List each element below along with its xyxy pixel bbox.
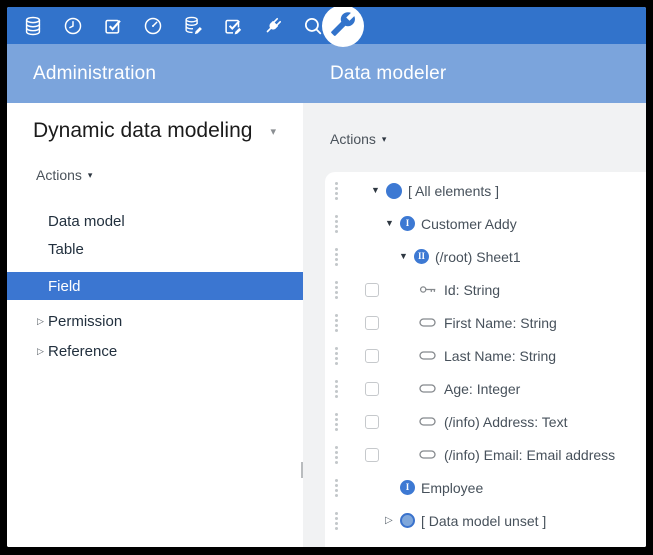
tree: ▼ [ All elements ] ▼ I Customer Addy ▼ I… [325, 172, 646, 547]
expander-icon[interactable]: ▼ [399, 252, 412, 261]
tree-row-label: Employee [421, 480, 483, 496]
drag-handle-icon[interactable] [335, 215, 338, 233]
row-checkbox[interactable] [365, 283, 379, 297]
tree-row-label: First Name: String [444, 315, 557, 331]
row-checkbox[interactable] [365, 382, 379, 396]
database-edit-icon[interactable] [181, 14, 205, 38]
drag-handle-icon[interactable] [335, 281, 338, 299]
sidebar-item-label: Permission [48, 313, 122, 330]
field-icon [419, 349, 438, 362]
app-window: Administration Data modeler Dynamic data… [7, 7, 646, 547]
plug-icon[interactable] [261, 14, 285, 38]
left-actions-label: Actions [36, 167, 82, 183]
tree-row[interactable]: Id: String [325, 273, 646, 306]
drag-handle-icon[interactable] [335, 446, 338, 464]
field-icon [419, 415, 438, 428]
tree-row-label: [ Data model unset ] [421, 513, 546, 529]
tree-row[interactable]: I Employee [325, 471, 646, 504]
field-icon [419, 448, 438, 461]
drag-handle-icon[interactable] [335, 380, 338, 398]
drag-handle-icon[interactable] [335, 413, 338, 431]
panel-headers: Administration Data modeler [7, 44, 646, 103]
expander-icon[interactable]: ▼ [371, 186, 384, 195]
sidebar-item-label: Field [48, 278, 81, 295]
tree-row-label: [ All elements ] [408, 183, 499, 199]
row-checkbox[interactable] [365, 448, 379, 462]
right-actions-dropdown[interactable]: Actions ▾ [330, 131, 386, 147]
wrench-icon [330, 11, 356, 42]
row-checkbox[interactable] [365, 415, 379, 429]
roman-2-icon: II [414, 249, 429, 264]
caret-right-icon: ▷ [37, 316, 48, 327]
drag-handle-icon[interactable] [335, 314, 338, 332]
title-caret-icon[interactable]: ▾ [270, 125, 276, 138]
tree-row[interactable]: ▼ II (/root) Sheet1 [325, 240, 646, 273]
tasks-edit-icon[interactable] [221, 14, 245, 38]
expander-icon[interactable]: ▷ [385, 516, 398, 526]
data-modeler-header-label: Data modeler [330, 63, 446, 85]
clock-icon[interactable] [61, 14, 85, 38]
tree-row[interactable]: ▼ [ All elements ] [325, 174, 646, 207]
tasks-icon[interactable] [101, 14, 125, 38]
sidebar-item-reference[interactable]: ▷ Reference [7, 337, 303, 365]
wrench-tool-active[interactable] [322, 7, 364, 47]
sidebar-item-label: Data model [48, 213, 125, 230]
drag-handle-icon[interactable] [335, 512, 338, 530]
tree-row[interactable]: ▷ [ Data model unset ] [325, 504, 646, 537]
row-checkbox[interactable] [365, 316, 379, 330]
tree-row[interactable]: (/info) Address: Text [325, 405, 646, 438]
sidebar-item-field[interactable]: Field [7, 272, 303, 300]
tree-row-label: (/info) Address: Text [444, 414, 567, 430]
database-icon[interactable] [21, 14, 45, 38]
page-title: Dynamic data modeling [33, 119, 252, 143]
drag-handle-icon[interactable] [335, 182, 338, 200]
roman-1-icon: I [400, 216, 415, 231]
caret-down-icon: ▾ [382, 134, 387, 145]
data-modeler-header: Data modeler [303, 44, 646, 103]
sidebar-item-table[interactable]: Table [7, 235, 303, 263]
roman-1-icon: I [400, 480, 415, 495]
sidebar-item-label: Reference [48, 343, 117, 360]
tree-row[interactable]: Age: Integer [325, 372, 646, 405]
sidebar-item-permission[interactable]: ▷ Permission [7, 307, 303, 335]
data-modeler-panel: Actions ▾ ▼ [ All elements ] ▼ I Custome… [303, 103, 646, 547]
tree-row[interactable]: ▼ I Customer Addy [325, 207, 646, 240]
tree-row[interactable]: First Name: String [325, 306, 646, 339]
administration-header: Administration [7, 44, 303, 103]
tree-row[interactable]: Last Name: String [325, 339, 646, 372]
tree-row-label: (/root) Sheet1 [435, 249, 521, 265]
expander-icon[interactable]: ▼ [385, 219, 398, 228]
right-actions-label: Actions [330, 131, 376, 147]
key-icon [419, 283, 438, 296]
circle-outline-icon [400, 513, 415, 528]
circle-filled-icon [386, 183, 402, 199]
tree-row-label: Id: String [444, 282, 500, 298]
sidebar-item-label: Table [48, 241, 84, 258]
field-icon [419, 316, 438, 329]
administration-header-label: Administration [33, 63, 156, 85]
drag-handle-icon[interactable] [335, 347, 338, 365]
caret-down-icon: ▾ [88, 170, 93, 181]
tree-row-label: Last Name: String [444, 348, 556, 364]
gauge-icon[interactable] [141, 14, 165, 38]
drag-handle-icon[interactable] [335, 479, 338, 497]
caret-right-icon: ▷ [37, 346, 48, 357]
sidebar-item-data-model[interactable]: Data model [7, 207, 303, 235]
field-icon [419, 382, 438, 395]
left-actions-dropdown[interactable]: Actions ▾ [36, 167, 303, 183]
administration-panel: Dynamic data modeling ▾ Actions ▾ Data m… [7, 103, 303, 547]
top-toolbar [7, 7, 646, 44]
sidebar-menu: Data model Table Field ▷ Permission ▷ Re… [7, 207, 303, 365]
tree-row-label: Age: Integer [444, 381, 520, 397]
row-checkbox[interactable] [365, 349, 379, 363]
tree-row[interactable]: (/info) Email: Email address [325, 438, 646, 471]
tree-row-label: Customer Addy [421, 216, 517, 232]
tree-row-label: (/info) Email: Email address [444, 447, 615, 463]
drag-handle-icon[interactable] [335, 248, 338, 266]
